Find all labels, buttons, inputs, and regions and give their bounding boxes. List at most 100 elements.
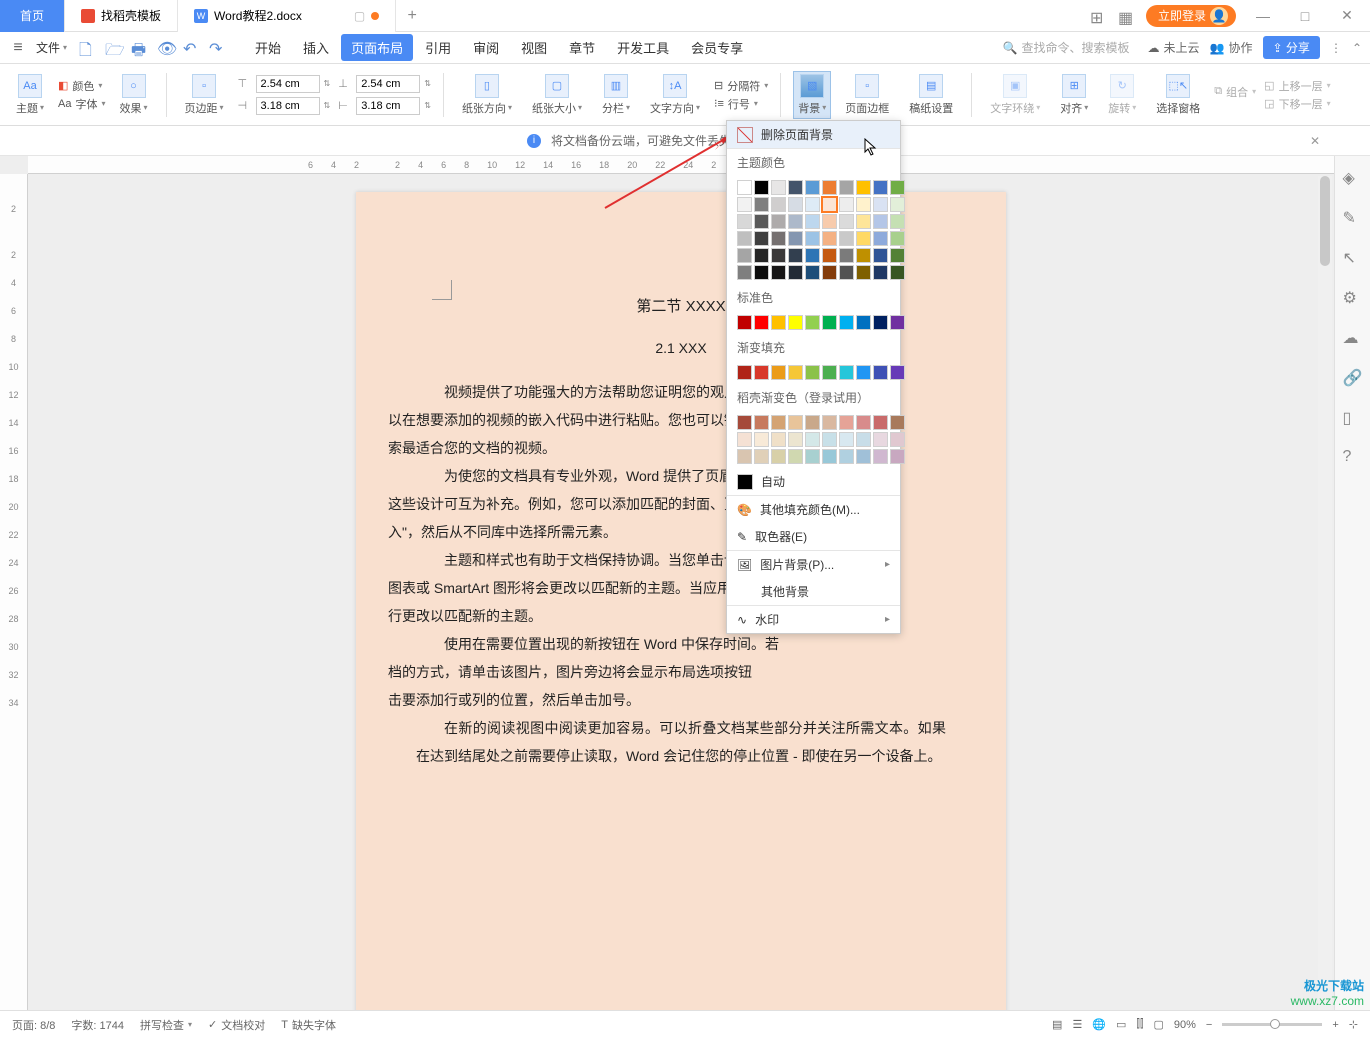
- margin-right-input[interactable]: [356, 97, 420, 115]
- margin-bottom-input[interactable]: [356, 75, 420, 93]
- color-swatch[interactable]: [839, 248, 854, 263]
- qat-undo-icon[interactable]: ↶: [183, 39, 201, 57]
- color-swatch[interactable]: [805, 248, 820, 263]
- color-swatch[interactable]: [856, 415, 871, 430]
- color-swatch[interactable]: [771, 365, 786, 380]
- color-swatch[interactable]: [737, 231, 752, 246]
- color-swatch[interactable]: [890, 180, 905, 195]
- color-swatch[interactable]: [873, 265, 888, 280]
- scrollbar-thumb[interactable]: [1320, 176, 1330, 266]
- color-swatch[interactable]: [890, 197, 905, 212]
- color-swatch[interactable]: [839, 197, 854, 212]
- color-swatch[interactable]: [839, 180, 854, 195]
- bring-forward-button[interactable]: ◱上移一层▾: [1264, 78, 1330, 94]
- tab-review[interactable]: 审阅: [463, 34, 509, 61]
- tab-chapter[interactable]: 章节: [559, 34, 605, 61]
- share-button[interactable]: ⇪ 分享: [1263, 36, 1320, 59]
- color-swatch[interactable]: [822, 449, 837, 464]
- tab-page-layout[interactable]: 页面布局: [341, 34, 413, 61]
- orientation-button[interactable]: ▯纸张方向▾: [456, 74, 518, 116]
- font-button[interactable]: Aa字体▾: [58, 96, 105, 112]
- collapse-ribbon-icon[interactable]: ⌃: [1352, 41, 1362, 55]
- color-swatch[interactable]: [822, 214, 837, 229]
- layout-icon[interactable]: ⊞: [1090, 8, 1106, 24]
- color-swatch[interactable]: [822, 432, 837, 447]
- color-swatch[interactable]: [788, 265, 803, 280]
- color-swatch[interactable]: [805, 231, 820, 246]
- settings-icon[interactable]: ⚙: [1343, 288, 1363, 308]
- auto-color-item[interactable]: 自动: [727, 468, 900, 496]
- color-swatch[interactable]: [788, 214, 803, 229]
- margin-button[interactable]: ▫ 页边距▾: [179, 74, 230, 116]
- view-side-icon[interactable]: ⫿⫿: [1136, 1018, 1143, 1031]
- color-swatch[interactable]: [839, 231, 854, 246]
- remove-page-bg-item[interactable]: 删除页面背景: [727, 121, 900, 149]
- help-icon[interactable]: ?: [1343, 448, 1363, 468]
- link-icon[interactable]: 🔗: [1343, 368, 1363, 388]
- background-button[interactable]: ▧背景▾: [793, 71, 831, 119]
- minimize-button[interactable]: —: [1248, 8, 1278, 24]
- maximize-button[interactable]: □: [1290, 8, 1320, 24]
- color-swatch[interactable]: [771, 449, 786, 464]
- color-swatch[interactable]: [754, 248, 769, 263]
- breaks-button[interactable]: ⊟分隔符▾: [714, 78, 768, 94]
- diamond-icon[interactable]: ◈: [1343, 168, 1363, 188]
- color-swatch[interactable]: [788, 365, 803, 380]
- view-outline-icon[interactable]: ☰: [1072, 1018, 1082, 1031]
- color-swatch[interactable]: [788, 180, 803, 195]
- color-swatch[interactable]: [788, 231, 803, 246]
- color-swatch[interactable]: [737, 265, 752, 280]
- color-swatch[interactable]: [839, 365, 854, 380]
- color-swatch[interactable]: [839, 432, 854, 447]
- qat-print-icon[interactable]: 🖶: [131, 39, 149, 57]
- color-swatch[interactable]: [771, 197, 786, 212]
- fit-icon[interactable]: ⊹: [1349, 1018, 1358, 1031]
- text-wrap-button[interactable]: ▣文字环绕▾: [984, 74, 1046, 116]
- size-button[interactable]: ▢纸张大小▾: [526, 74, 588, 116]
- coop-button[interactable]: 👥协作: [1210, 39, 1253, 56]
- color-swatch[interactable]: [822, 265, 837, 280]
- spin-up-down[interactable]: ⇅: [424, 79, 431, 88]
- color-swatch[interactable]: [805, 265, 820, 280]
- color-swatch[interactable]: [754, 365, 769, 380]
- color-swatch[interactable]: [788, 315, 803, 330]
- qat-preview-icon[interactable]: 👁: [157, 39, 175, 57]
- apps-icon[interactable]: ▦: [1118, 8, 1134, 24]
- color-swatch[interactable]: [737, 180, 752, 195]
- color-swatch[interactable]: [856, 432, 871, 447]
- view-page-icon[interactable]: ▤: [1052, 1018, 1062, 1031]
- color-swatch[interactable]: [805, 365, 820, 380]
- color-swatch[interactable]: [839, 415, 854, 430]
- color-swatch[interactable]: [839, 449, 854, 464]
- color-swatch[interactable]: [856, 449, 871, 464]
- color-swatch[interactable]: [873, 449, 888, 464]
- color-swatch[interactable]: [890, 415, 905, 430]
- document-page[interactable]: 第二节 XXXX 2.1 XXX 视频提供了功能强大的方法帮助您证明您的观点。当…: [356, 192, 1006, 1010]
- effect-button[interactable]: ○ 效果▾: [114, 74, 154, 116]
- more-icon[interactable]: ⋮: [1330, 41, 1342, 55]
- color-swatch[interactable]: [788, 197, 803, 212]
- color-swatch[interactable]: [890, 248, 905, 263]
- spin-up-down[interactable]: ⇅: [324, 79, 331, 88]
- color-swatch[interactable]: [856, 231, 871, 246]
- qat-open-icon[interactable]: 🗁: [105, 39, 123, 57]
- color-swatch[interactable]: [788, 415, 803, 430]
- select-pane-button[interactable]: ⬚↖选择窗格: [1150, 74, 1206, 116]
- zoom-handle[interactable]: [1270, 1019, 1280, 1029]
- color-swatch[interactable]: [839, 265, 854, 280]
- color-swatch[interactable]: [873, 214, 888, 229]
- vertical-ruler[interactable]: 2246810121416182022242628303234: [0, 174, 28, 1010]
- more-fill-item[interactable]: 🎨 其他填充颜色(M)...: [727, 496, 900, 523]
- gaozhi-button[interactable]: ▤稿纸设置: [903, 74, 959, 116]
- columns-button[interactable]: ▥分栏▾: [596, 74, 636, 116]
- tab-dev[interactable]: 开发工具: [607, 34, 679, 61]
- color-swatch[interactable]: [873, 415, 888, 430]
- color-swatch[interactable]: [839, 214, 854, 229]
- color-swatch[interactable]: [822, 197, 837, 212]
- missing-font[interactable]: T缺失字体: [281, 1017, 336, 1033]
- watermark-item[interactable]: ∿ 水印 ▸: [727, 606, 900, 633]
- picture-bg-item[interactable]: 🖼 图片背景(P)... ▸: [727, 551, 900, 578]
- color-swatch[interactable]: [873, 315, 888, 330]
- banner-close[interactable]: ✕: [1310, 134, 1320, 148]
- login-button[interactable]: 立即登录 👤: [1146, 5, 1236, 27]
